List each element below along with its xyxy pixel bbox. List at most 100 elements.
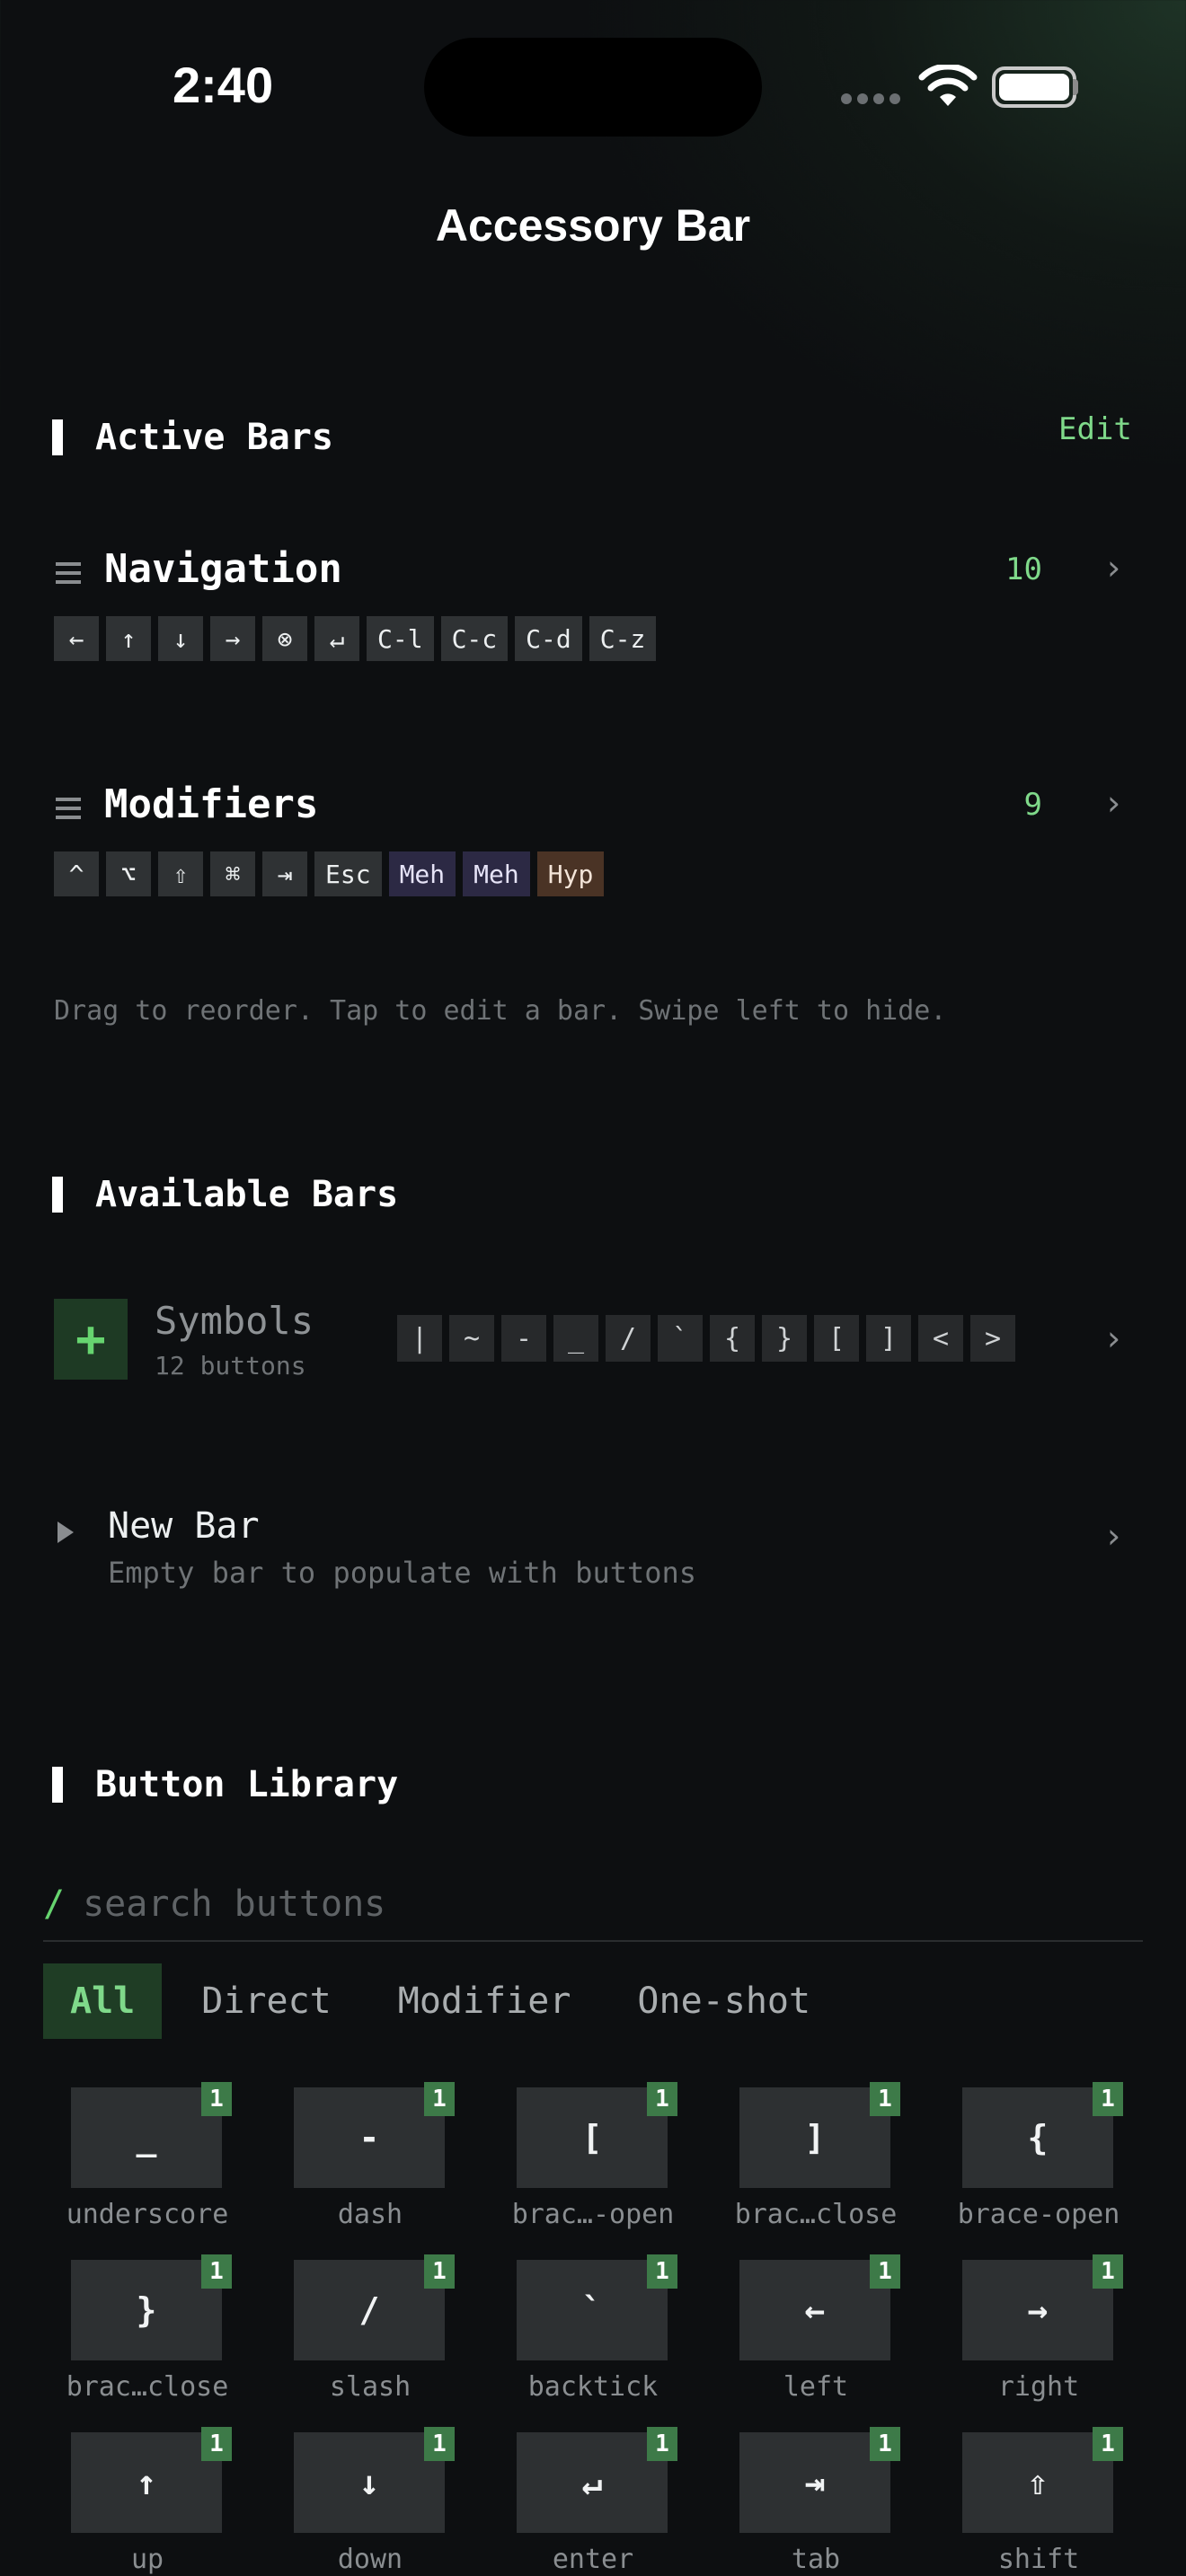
button-library-grid: _ 1 underscore -1 dash[1 brac…-open] 1 brac…clo… — [36, 2082, 1150, 2576]
library-button[interactable]: { — [962, 2087, 1113, 2188]
usage-count-badge: 1 — [1093, 2254, 1123, 2289]
status-time: 2:40 — [173, 57, 274, 113]
disclosure-triangle-icon[interactable] — [58, 1522, 74, 1543]
library-item[interactable]: ` 1 backtick — [482, 2254, 704, 2423]
key-chip: ⇧ — [158, 851, 203, 896]
library-item[interactable]: ] 1 brac…close — [704, 2082, 927, 2251]
library-item[interactable]: [1 brac…-open — [482, 2082, 704, 2251]
key-chip: ] — [866, 1315, 911, 1362]
library-item[interactable]: ⇥ 1 tab — [704, 2427, 927, 2576]
library-button-caption: brac…close — [66, 2371, 229, 2403]
library-item[interactable]: {1 brace-open — [927, 2082, 1150, 2251]
usage-count-badge: 1 — [201, 2254, 232, 2289]
library-button[interactable]: / — [294, 2260, 445, 2360]
battery-icon — [992, 66, 1076, 108]
usage-count-badge: 1 — [201, 2427, 232, 2461]
usage-count-badge: 1 — [1093, 2427, 1123, 2461]
library-button[interactable]: ⇧ — [962, 2432, 1113, 2533]
key-chip: ↑ — [106, 616, 151, 661]
library-item[interactable]: ⇧ 1 shift — [927, 2427, 1150, 2576]
key-chip: C-d — [515, 616, 582, 661]
library-button[interactable]: ] — [739, 2087, 890, 2188]
key-chip: Meh — [463, 851, 530, 896]
key-chip: ⌘ — [210, 851, 255, 896]
library-button[interactable]: _ — [71, 2087, 222, 2188]
library-button[interactable]: ↓ — [294, 2432, 445, 2533]
library-button-caption: dash — [337, 2199, 403, 2230]
section-header-available-bars: Available Bars — [52, 1174, 398, 1215]
library-item[interactable]: -1 dash — [259, 2082, 482, 2251]
tab-direct[interactable]: Direct — [174, 1963, 358, 2039]
library-item[interactable]: → 1 right — [927, 2254, 1150, 2423]
bar-name: Navigation — [104, 546, 342, 592]
chevron-right-icon[interactable]: › — [1107, 1516, 1120, 1556]
library-button[interactable]: } — [71, 2260, 222, 2360]
filter-tabs: All Direct Modifier One-shot — [43, 1963, 850, 2039]
key-chip: / — [606, 1315, 651, 1362]
bar-count: 9 — [1023, 787, 1042, 823]
library-item[interactable]: ↵ 1 enter — [482, 2427, 704, 2576]
library-button[interactable]: ↑ — [71, 2432, 222, 2533]
library-button[interactable]: ← — [739, 2260, 890, 2360]
library-button-caption: shift — [997, 2544, 1080, 2575]
library-button[interactable]: - — [294, 2087, 445, 2188]
usage-count-badge: 1 — [424, 2254, 455, 2289]
library-item[interactable]: _ 1 underscore — [36, 2082, 259, 2251]
bar-row-modifiers[interactable]: Modifiers 9 › ^ ⌥ ⇧ ⌘ ⇥ Esc Meh Meh Hyp — [54, 774, 1132, 900]
usage-count-badge: 1 — [647, 2082, 677, 2116]
cellular-signal-icon — [841, 93, 900, 104]
library-item[interactable]: ↓ 1 down — [259, 2427, 482, 2576]
usage-count-badge: 1 — [870, 2427, 900, 2461]
key-chip: ↵ — [314, 616, 359, 661]
drag-handle-icon[interactable] — [56, 562, 81, 584]
key-chip: Meh — [388, 851, 456, 896]
usage-count-badge: 1 — [201, 2082, 232, 2116]
usage-count-badge: 1 — [870, 2254, 900, 2289]
chevron-right-icon[interactable]: › — [1107, 1319, 1120, 1358]
search-bar[interactable]: / — [43, 1868, 1143, 1942]
library-button-caption: backtick — [527, 2371, 659, 2403]
key-chip: ⇥ — [262, 851, 307, 896]
key-chip: } — [762, 1315, 807, 1362]
key-chip: C-z — [589, 616, 657, 661]
library-item[interactable]: } 1 brac…close — [36, 2254, 259, 2423]
drag-handle-icon[interactable] — [56, 798, 81, 819]
chevron-right-icon[interactable]: › — [1107, 548, 1120, 587]
library-button[interactable]: ` — [517, 2260, 668, 2360]
library-button[interactable]: ⇥ — [739, 2432, 890, 2533]
library-item[interactable]: ↑ 1 up — [36, 2427, 259, 2576]
section-marker — [52, 1767, 63, 1803]
chevron-right-icon[interactable]: › — [1107, 783, 1120, 823]
new-bar-subtitle: Empty bar to populate with buttons — [108, 1556, 697, 1590]
key-chip: ~ — [449, 1315, 494, 1362]
symbols-preview-keys: | ~ - _ / `{}[] < > — [397, 1315, 1015, 1362]
key-chip: Esc — [314, 851, 382, 896]
key-chip: - — [501, 1315, 546, 1362]
key-chip: ⌥ — [106, 851, 151, 896]
add-symbols-bar-button[interactable]: + — [54, 1299, 128, 1380]
library-button-caption: brac…-open — [511, 2199, 675, 2230]
library-button-caption: brac…close — [734, 2199, 898, 2230]
new-bar-name[interactable]: New Bar — [108, 1505, 260, 1547]
symbols-bar-count: 12 buttons — [155, 1351, 306, 1381]
key-chip: < — [918, 1315, 963, 1362]
tab-all[interactable]: All — [43, 1963, 163, 2039]
library-button[interactable]: → — [962, 2260, 1113, 2360]
bar-name: Modifiers — [104, 781, 319, 827]
bar-row-navigation[interactable]: Navigation 10 › ← ↑ ↓ → ⊗ ↵ C-l C-c C-d C-z — [54, 539, 1132, 665]
key-chip: | — [397, 1315, 442, 1362]
edit-button[interactable]: Edit — [1058, 411, 1132, 447]
library-button[interactable]: ↵ — [517, 2432, 668, 2533]
tab-modifier[interactable]: Modifier — [371, 1963, 598, 2039]
library-button[interactable]: [ — [517, 2087, 668, 2188]
library-item[interactable]: /1 slash — [259, 2254, 482, 2423]
key-chip: Hyp — [536, 851, 605, 896]
library-item[interactable]: ← 1 left — [704, 2254, 927, 2423]
tab-one-shot[interactable]: One-shot — [610, 1963, 837, 2039]
search-input[interactable] — [83, 1883, 1072, 1925]
usage-count-badge: 1 — [1093, 2082, 1123, 2116]
key-chip: ^ — [54, 851, 99, 896]
key-chip: ⊗ — [262, 616, 307, 661]
section-title: Active Bars — [95, 417, 333, 458]
key-chip: [ — [814, 1315, 859, 1362]
